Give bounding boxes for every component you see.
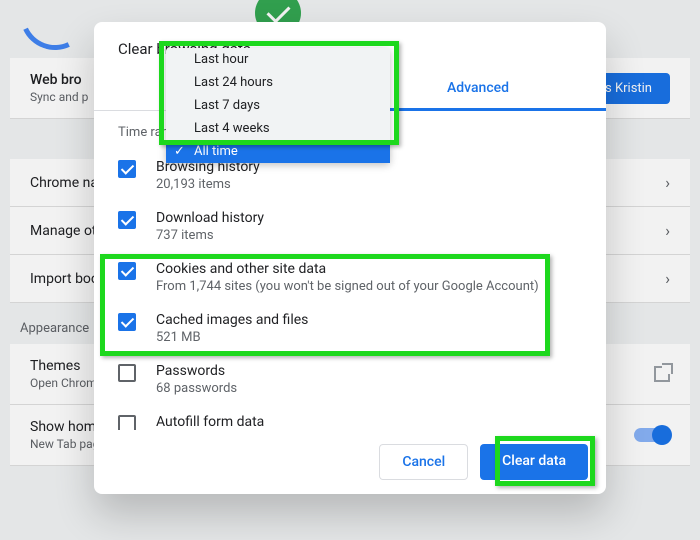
option-cookies[interactable]: Cookies and other site data From 1,744 s… bbox=[118, 252, 582, 303]
option-sublabel: 20,193 items bbox=[156, 177, 582, 192]
cancel-button[interactable]: Cancel bbox=[379, 444, 468, 480]
time-range-dropdown[interactable]: Last hour Last 24 hours Last 7 days Last… bbox=[166, 48, 390, 163]
option-sublabel: From 1,744 sites (you won't be signed ou… bbox=[156, 279, 582, 294]
option-cached[interactable]: Cached images and files 521 MB bbox=[118, 303, 582, 354]
option-label: Cookies and other site data bbox=[156, 261, 582, 277]
dropdown-option-last-4w[interactable]: Last 4 weeks bbox=[166, 117, 390, 140]
option-sublabel: 521 MB bbox=[156, 330, 582, 345]
option-label: Autofill form data bbox=[156, 414, 582, 430]
checkbox[interactable] bbox=[118, 211, 136, 229]
checkbox[interactable] bbox=[118, 160, 136, 178]
clear-data-button[interactable]: Clear data bbox=[480, 444, 588, 480]
dropdown-option-all-time[interactable]: All time bbox=[166, 140, 390, 163]
option-label: Download history bbox=[156, 210, 582, 226]
option-download-history[interactable]: Download history 737 items bbox=[118, 201, 582, 252]
checkbox[interactable] bbox=[118, 415, 136, 430]
dropdown-option-last-hour[interactable]: Last hour bbox=[166, 48, 390, 71]
option-sublabel: 737 items bbox=[156, 228, 582, 243]
option-label: Cached images and files bbox=[156, 312, 582, 328]
dropdown-option-last-24[interactable]: Last 24 hours bbox=[166, 71, 390, 94]
dialog-footer: Cancel Clear data bbox=[94, 430, 606, 494]
checkbox[interactable] bbox=[118, 364, 136, 382]
checkbox[interactable] bbox=[118, 313, 136, 331]
option-sublabel: 68 passwords bbox=[156, 381, 582, 396]
option-passwords[interactable]: Passwords 68 passwords bbox=[118, 354, 582, 405]
option-label: Passwords bbox=[156, 363, 582, 379]
checkbox[interactable] bbox=[118, 262, 136, 280]
option-autofill[interactable]: Autofill form data bbox=[118, 405, 582, 430]
dropdown-option-last-7[interactable]: Last 7 days bbox=[166, 94, 390, 117]
